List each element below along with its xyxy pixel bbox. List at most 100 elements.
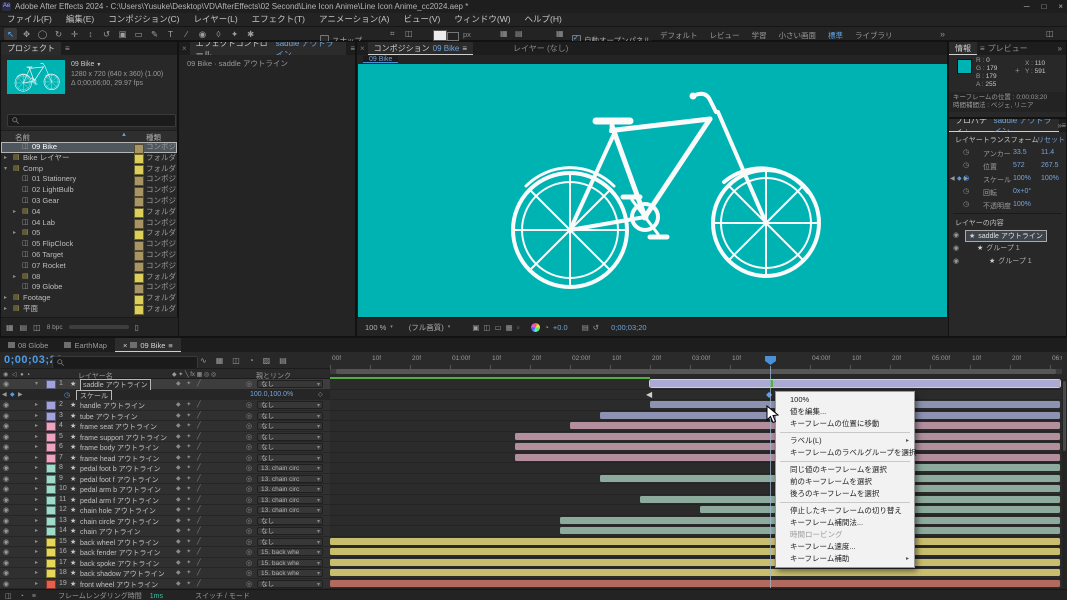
interpret-footage-icon[interactable]: ▦ xyxy=(6,323,14,332)
layer-name[interactable]: back fender アウトライン xyxy=(80,548,161,558)
eye-icon[interactable]: ◉ xyxy=(3,380,9,388)
timeline-tab[interactable]: ×09 Bike≡ xyxy=(115,338,181,352)
refresh-icon[interactable]: ↺ xyxy=(593,323,599,332)
disclosure-closed-icon[interactable]: ▸ xyxy=(35,580,38,587)
property-value[interactable]: 100% xyxy=(1041,175,1059,182)
graph-editor-icon[interactable]: ▤ xyxy=(279,356,287,365)
close-icon[interactable]: × xyxy=(1058,2,1063,11)
parent-dropdown[interactable]: なし▾ xyxy=(257,433,323,441)
layer-name[interactable]: front wheel アウトライン xyxy=(80,580,158,590)
eye-icon[interactable]: ◉ xyxy=(3,527,9,535)
column-switches-icons[interactable]: ◆ ✦ ╲ fx ▦ ◎ ◎ xyxy=(172,371,216,378)
menu-item[interactable]: ヘルプ(H) xyxy=(518,13,569,26)
tab-project[interactable]: プロジェクト xyxy=(1,42,61,55)
switch-mode-button[interactable]: スイッチ / モード xyxy=(195,591,250,600)
disclosure-closed-icon[interactable]: ▸ xyxy=(35,559,38,566)
stopwatch-icon[interactable]: ◷ xyxy=(963,174,969,182)
context-menu-item[interactable]: 同じ値のキーフレームを選択 xyxy=(776,464,914,476)
layer-switches[interactable]: ◆ ✦ ╱ xyxy=(176,475,203,482)
timeline-tab[interactable]: EarthMap xyxy=(56,338,115,352)
rotation-tool-icon[interactable]: ↺ xyxy=(100,28,113,40)
layer-switches[interactable]: ◆ ✦ ╱ xyxy=(176,454,203,461)
viewer-subtab[interactable]: 09 Bike xyxy=(363,56,398,63)
disclosure-closed-icon[interactable]: ▸ xyxy=(35,422,38,429)
parent-pickwhip-icon[interactable]: ◎ xyxy=(246,422,252,430)
layer-row[interactable]: ◉▸12★chain hole アウトライン◆ ✦ ╱◎13. chain ci… xyxy=(0,505,330,516)
project-item[interactable]: ▸▤04フォルダー xyxy=(1,207,177,218)
disclosure-closed-icon[interactable]: ▸ xyxy=(35,506,38,513)
layer-content-item[interactable]: ◉★グループ 1 xyxy=(949,242,1066,255)
project-item[interactable]: ▸▤08フォルダー xyxy=(1,272,177,283)
eye-icon[interactable]: ◉ xyxy=(3,580,9,588)
label-color-chip[interactable] xyxy=(46,464,56,473)
project-item[interactable]: ◫02 LightBulbコンポジション xyxy=(1,185,177,196)
search-workspace-icon[interactable]: ◫ xyxy=(1046,29,1054,38)
layer-row[interactable]: ◉▾1★saddle アウトライン◆ ✦ ╱◎なし▾ xyxy=(0,379,330,390)
layer-name[interactable]: frame support アウトライン xyxy=(80,433,167,443)
parent-dropdown[interactable]: なし▾ xyxy=(257,538,323,546)
keyframe-nav-prev-icon[interactable]: ◀ xyxy=(2,391,7,398)
eye-icon[interactable]: ◉ xyxy=(3,559,9,567)
layer-switches[interactable]: ◆ ✦ ╱ xyxy=(176,538,203,545)
layer-switches[interactable]: ◆ ✦ ╱ xyxy=(176,496,203,503)
layer-row[interactable]: ◉▸10★pedal arm b アウトライン◆ ✦ ╱◎13. chain c… xyxy=(0,484,330,495)
eye-icon[interactable]: ◉ xyxy=(953,231,959,239)
hide-shy-layers-icon[interactable]: ◫ xyxy=(232,356,240,365)
project-bit-depth[interactable]: 8 bpc xyxy=(47,324,63,331)
panel-menu-icon[interactable]: ≡ xyxy=(168,341,172,350)
composition-viewer[interactable] xyxy=(358,64,947,319)
composition-marker-icon[interactable]: ◫ xyxy=(5,592,12,600)
disclosure-closed-icon[interactable]: ▸ xyxy=(35,475,38,482)
stopwatch-icon[interactable]: ◷ xyxy=(963,200,969,208)
layer-track[interactable] xyxy=(330,474,1062,485)
layer-row[interactable]: ◉▸14★chain アウトライン◆ ✦ ╱◎なし▾ xyxy=(0,526,330,537)
orbit-camera-tool-icon[interactable]: ↻ xyxy=(52,28,65,40)
layer-track[interactable] xyxy=(330,484,1062,495)
parent-dropdown[interactable]: 15. back whe▾ xyxy=(257,548,323,556)
property-value[interactable]: 11.4 xyxy=(1041,149,1054,156)
snap-mask-icon[interactable]: ◫ xyxy=(405,29,413,38)
workspace-active[interactable]: 標準 xyxy=(828,30,843,41)
label-color-chip[interactable] xyxy=(46,412,56,421)
disclosure-closed-icon[interactable]: ▸ xyxy=(35,496,38,503)
layer-track[interactable] xyxy=(330,453,1062,464)
label-color-chip[interactable] xyxy=(46,422,56,431)
label-color-chip[interactable] xyxy=(46,559,56,568)
layer-name[interactable]: pedal foot b アウトライン xyxy=(80,464,161,474)
chevron-down-icon[interactable]: ▾ xyxy=(390,324,393,330)
project-scrollbar[interactable] xyxy=(69,325,129,329)
expand-icon[interactable]: ≡ xyxy=(32,593,36,600)
disclosure-closed-icon[interactable]: ▸ xyxy=(35,548,38,555)
clone-stamp-tool-icon[interactable]: ◉ xyxy=(196,28,209,40)
layer-row[interactable]: ◉▸6★frame body アウトライン◆ ✦ ╱◎なし▾ xyxy=(0,442,330,453)
layer-row[interactable]: ◉▸4★frame seat アウトライン◆ ✦ ╱◎なし▾ xyxy=(0,421,330,432)
roto-brush-tool-icon[interactable]: ✦ xyxy=(228,28,241,40)
layer-duration-bar[interactable] xyxy=(330,580,1060,587)
disclosure-closed-icon[interactable]: ▸ xyxy=(35,527,38,534)
layer-row[interactable]: ◉▸9★pedal foot f アウトライン◆ ✦ ╱◎13. chain c… xyxy=(0,474,330,485)
parent-dropdown[interactable]: なし▾ xyxy=(257,422,323,430)
panel-menu-icon[interactable]: ≡ xyxy=(980,44,985,53)
layer-switches[interactable]: ◆ ✦ ╱ xyxy=(176,559,203,566)
parent-pickwhip-icon[interactable]: ◎ xyxy=(246,401,252,409)
layer-switches[interactable]: ◆ ✦ ╱ xyxy=(176,464,203,471)
property-value[interactable]: 572 xyxy=(1013,162,1025,169)
panel-menu-icon[interactable]: ≡ xyxy=(462,44,467,53)
parent-dropdown[interactable]: なし▾ xyxy=(257,517,323,525)
disclosure-closed-icon[interactable]: ▸ xyxy=(35,412,38,419)
pan-camera-tool-icon[interactable]: ✛ xyxy=(68,28,81,40)
layer-row[interactable]: ◉▸15★back wheel アウトライン◆ ✦ ╱◎なし▾ xyxy=(0,537,330,548)
context-menu-item[interactable]: 値を編集... xyxy=(776,406,914,418)
project-item[interactable]: ◫01 Stationeryコンポジション xyxy=(1,174,177,185)
caret-down-icon[interactable]: ▼ xyxy=(96,62,101,68)
project-item[interactable]: ▾▤Compフォルダー xyxy=(1,164,177,175)
stopwatch-icon[interactable]: ◷ xyxy=(963,187,969,195)
parent-dropdown[interactable]: 13. chain circ▾ xyxy=(257,475,323,483)
ruler-icon[interactable]: ▤ xyxy=(515,29,523,38)
parent-pickwhip-icon[interactable]: ◎ xyxy=(246,559,252,567)
disclosure-closed-icon[interactable]: ▸ xyxy=(13,207,16,218)
parent-pickwhip-icon[interactable]: ◎ xyxy=(246,380,252,388)
project-item[interactable]: ▸▤平面フォルダー xyxy=(1,304,177,315)
panel-overflow-chevron[interactable]: » xyxy=(1058,44,1062,53)
exposure-reset-icon[interactable]: ◔ xyxy=(544,323,549,332)
